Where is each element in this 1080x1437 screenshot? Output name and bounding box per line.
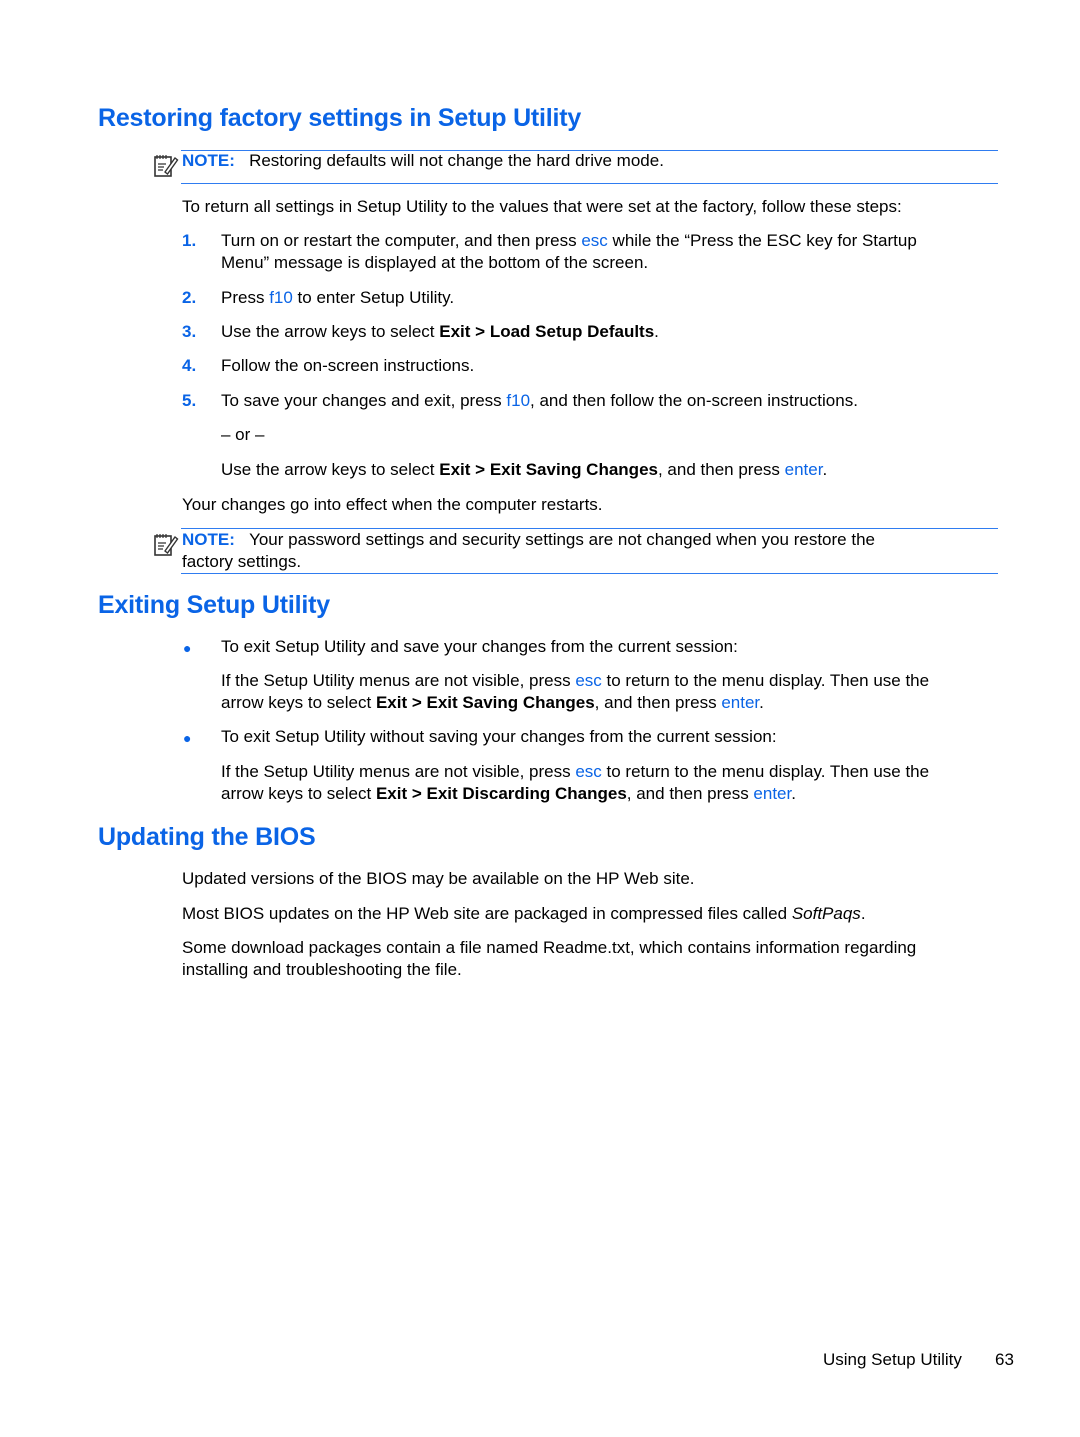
- step-3: Use the arrow keys to select Exit > Load…: [221, 321, 659, 343]
- section-heading-updating-bios: Updating the BIOS: [98, 823, 316, 851]
- note-text: Restoring defaults will not change the h…: [249, 151, 664, 170]
- key-enter: enter: [784, 460, 823, 479]
- step-number: 2.: [182, 288, 197, 307]
- note-pencil-icon: [154, 155, 179, 177]
- bios-paragraph-1: Updated versions of the BIOS may be avai…: [182, 869, 695, 888]
- menu-path: Exit > Exit Saving Changes: [439, 460, 658, 479]
- intro-paragraph: To return all settings in Setup Utility …: [182, 197, 902, 216]
- step-number: 4.: [182, 356, 197, 375]
- bullet-save-detail: If the Setup Utility menus are not visib…: [221, 670, 929, 714]
- menu-path: Exit > Exit Discarding Changes: [375, 784, 627, 803]
- note-label: NOTE:: [182, 151, 235, 170]
- bullet-discard-changes: To exit Setup Utility without saving you…: [221, 727, 777, 746]
- step-number: 3.: [182, 322, 197, 341]
- note-bottom-rule: [181, 573, 998, 574]
- body-text: Most BIOS updates on the HP Web site are…: [182, 904, 792, 923]
- note-bottom-rule: [181, 183, 998, 184]
- step-text: Use the arrow keys to select: [221, 322, 440, 341]
- alt-step: Use the arrow keys to select Exit > Exit…: [221, 459, 827, 481]
- body-text: .: [759, 693, 764, 712]
- bullet-icon: ●: [183, 640, 192, 656]
- step-text: while the “Press the ESC key for Startup: [607, 231, 917, 250]
- bios-paragraph-3: Some download packages contain a file na…: [182, 937, 916, 981]
- key-f10: f10: [506, 391, 531, 410]
- softpaqs-term: SoftPaqs: [791, 904, 861, 923]
- or-separator: – or –: [221, 425, 265, 444]
- note-password-settings: NOTE: Your password settings and securit…: [182, 529, 875, 573]
- body-text: arrow keys to select: [221, 784, 376, 803]
- body-text: arrow keys to select: [221, 693, 376, 712]
- outro-paragraph: Your changes go into effect when the com…: [182, 495, 603, 514]
- menu-path: Exit > Load Setup Defaults: [439, 322, 655, 341]
- step-text: .: [822, 460, 828, 479]
- body-text: to return to the menu display. Then use …: [601, 671, 930, 690]
- body-text: .: [791, 784, 796, 803]
- section-heading-restoring: Restoring factory settings in Setup Util…: [98, 104, 582, 132]
- body-text: If the Setup Utility menus are not visib…: [221, 762, 576, 781]
- step-2: Press f10 to enter Setup Utility.: [221, 287, 454, 309]
- key-esc: esc: [575, 671, 602, 690]
- step-text: Menu” message is displayed at the bottom…: [221, 253, 649, 272]
- key-esc: esc: [581, 231, 608, 250]
- step-number: 5.: [182, 391, 197, 410]
- note-text: Your password settings and security sett…: [249, 530, 875, 549]
- step-text: Use the arrow keys to select: [221, 460, 440, 479]
- note-restoring-defaults: NOTE: Restoring defaults will not change…: [182, 150, 664, 172]
- bios-paragraph-2: Most BIOS updates on the HP Web site are…: [182, 903, 866, 925]
- footer-section-title: Using Setup Utility: [823, 1350, 962, 1369]
- step-text: Press: [221, 288, 270, 307]
- body-text: to return to the menu display. Then use …: [601, 762, 930, 781]
- body-text: If the Setup Utility menus are not visib…: [221, 671, 576, 690]
- body-text: .: [860, 904, 866, 923]
- step-text: Turn on or restart the computer, and the…: [221, 231, 582, 250]
- body-text: , and then press: [594, 693, 722, 712]
- note-label: NOTE:: [182, 530, 235, 549]
- key-esc: esc: [575, 762, 602, 781]
- step-number: 1.: [182, 231, 197, 250]
- menu-path: Exit > Exit Saving Changes: [375, 693, 595, 712]
- step-text: , and then follow the on-screen instruct…: [530, 391, 858, 410]
- note-text: factory settings.: [182, 552, 302, 571]
- bullet-icon: ●: [183, 730, 192, 746]
- step-text: , and then press: [657, 460, 785, 479]
- body-text: Some download packages contain a file na…: [182, 938, 917, 957]
- step-text: to enter Setup Utility.: [292, 288, 455, 307]
- key-enter: enter: [753, 784, 792, 803]
- body-text: installing and troubleshooting the file.: [182, 960, 462, 979]
- body-text: , and then press: [626, 784, 754, 803]
- page-number: 63: [995, 1350, 1014, 1369]
- key-f10: f10: [269, 288, 293, 307]
- step-5: To save your changes and exit, press f10…: [221, 390, 858, 412]
- bullet-save-changes: To exit Setup Utility and save your chan…: [221, 637, 738, 656]
- section-heading-exiting: Exiting Setup Utility: [98, 591, 330, 619]
- bullet-discard-detail: If the Setup Utility menus are not visib…: [221, 761, 929, 805]
- step-4: Follow the on-screen instructions.: [221, 356, 475, 375]
- step-1: Turn on or restart the computer, and the…: [221, 230, 917, 274]
- step-text: .: [654, 322, 659, 341]
- key-enter: enter: [721, 693, 760, 712]
- step-text: To save your changes and exit, press: [221, 391, 507, 410]
- note-pencil-icon: [154, 534, 179, 556]
